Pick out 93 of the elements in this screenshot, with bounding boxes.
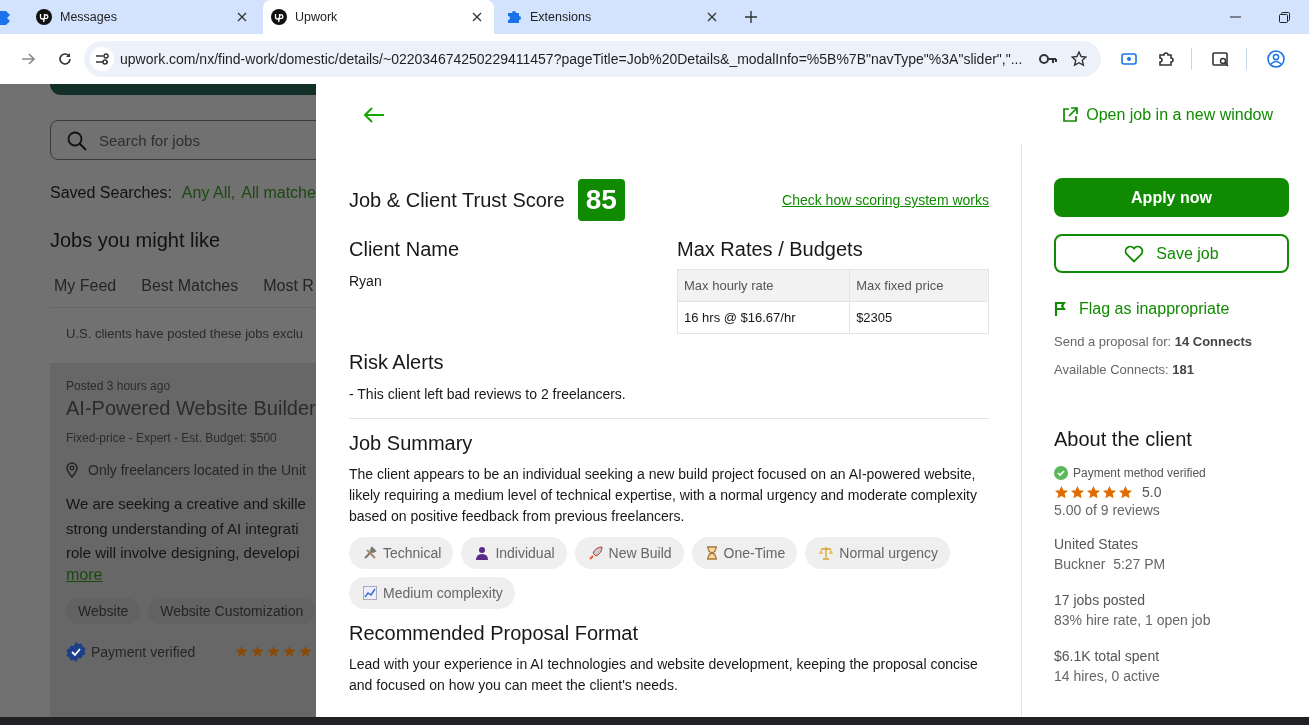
payment-status: Payment method verified	[1073, 466, 1206, 480]
close-icon[interactable]	[472, 12, 482, 22]
logo-icon	[36, 9, 52, 25]
client-info: 83% hire rate, 1 open job	[1054, 611, 1211, 630]
client-name: Ryan	[349, 273, 383, 289]
external-link-icon	[1062, 106, 1079, 123]
column-header: Max hourly rate	[677, 269, 850, 302]
chart-icon	[363, 586, 377, 600]
restore-icon[interactable]	[1279, 11, 1290, 23]
puzzle-icon	[506, 9, 522, 25]
section-heading: Risk Alerts	[349, 351, 445, 374]
skill-tag[interactable]: Website	[66, 597, 141, 624]
screen-icon[interactable]	[1121, 53, 1137, 65]
star-icon[interactable]	[1071, 51, 1087, 67]
forward-arrow-icon[interactable]	[22, 53, 36, 65]
section-heading: Job Summary	[349, 432, 474, 455]
extension-icon[interactable]	[0, 9, 10, 25]
hourglass-icon	[705, 546, 718, 560]
location-pin-icon	[66, 462, 78, 478]
description-line: role will involve designing, developi	[66, 543, 301, 563]
client-info: 17 jobs posted	[1054, 591, 1147, 610]
summary-tag: Normal urgency	[805, 537, 951, 569]
flag-icon	[1054, 302, 1066, 316]
section-heading: Recommended Proposal Format	[349, 622, 639, 645]
risk-alert-text: - This client left bad reviews to 2 freelancers.	[349, 386, 627, 402]
client-info: 14 hires, 0 active	[1054, 667, 1160, 686]
puzzle-icon[interactable]	[1157, 50, 1175, 68]
reload-icon[interactable]	[58, 52, 72, 66]
section-heading: Client Name	[349, 238, 461, 261]
score-badge: 85	[577, 179, 625, 221]
save-job-button[interactable]: Save job	[1054, 234, 1289, 273]
apply-now-button[interactable]: Apply now	[1054, 178, 1289, 217]
description-line: strong understanding of AI integrati	[66, 518, 300, 539]
logo-icon	[271, 9, 287, 25]
rocket-icon	[588, 546, 603, 560]
table-cell: 16 hrs @ $16.67/hr	[677, 301, 850, 334]
table-cell: $2305	[849, 301, 989, 334]
close-icon[interactable]	[707, 12, 717, 22]
summary-tag: Medium complexity	[349, 577, 515, 609]
summary-tag: One-Time	[691, 537, 798, 569]
flag-link[interactable]: Flag as inappropriate	[1054, 300, 1230, 318]
url-text: upwork.com/nx/find-work/domestic/details/~022034674250229411457?pageTitle=Job%20Details&_modalInfo=%5B%7B"navType"%3A"slider","...	[120, 51, 1024, 67]
feed-tab[interactable]: Best Matches	[141, 277, 239, 295]
proposal-text: Lead with your experience in AI technologies and website development, keeping the proposal concise and focused on how you can meet the client's needs.	[349, 655, 979, 695]
summary-tag: New Build	[574, 537, 684, 569]
client-info: $6.1K total spent	[1054, 647, 1160, 666]
summary-tag: Individual	[461, 537, 567, 569]
feed-tab[interactable]: My Feed	[54, 277, 117, 295]
notice-text: U.S. clients have posted these jobs exclu	[65, 325, 305, 343]
client-info: Buckner 5:27 PM	[1054, 555, 1166, 574]
tab-search-icon[interactable]	[1212, 51, 1230, 67]
close-icon[interactable]	[237, 12, 247, 22]
scoring-link[interactable]: Check how scoring system works	[782, 192, 989, 208]
rating-value: 5.0	[1142, 484, 1162, 500]
profile-icon[interactable]	[1267, 50, 1285, 68]
payment-status: Payment verified	[91, 643, 196, 660]
verified-check-icon	[1054, 466, 1068, 480]
site-info-icon[interactable]	[90, 47, 114, 71]
connects-info: Available Connects: 181	[1054, 362, 1194, 377]
key-icon[interactable]	[1039, 54, 1057, 64]
feed-tab[interactable]: Most R	[263, 277, 314, 295]
open-new-window-link[interactable]: Open job in a new window	[1062, 105, 1273, 124]
skill-tag[interactable]: Website Customization	[148, 597, 316, 624]
job-title[interactable]: AI-Powered Website Builder	[66, 397, 316, 420]
section-heading: About the client	[1054, 428, 1192, 451]
search-icon	[67, 131, 87, 151]
description-line: We are seeking a creative and skille	[66, 494, 307, 514]
heart-icon	[1124, 244, 1145, 263]
person-icon	[475, 546, 490, 560]
job-card[interactable]	[50, 363, 316, 717]
client-info: United States	[1054, 535, 1140, 554]
address-bar[interactable]: upwork.com/nx/find-work/domestic/details/~022034674250229411457?pageTitle=Job%20Details&_modalInfo=%5B%7B"navType"%3A"slider","...	[84, 41, 1101, 77]
back-arrow-icon[interactable]	[363, 106, 385, 123]
browser-tab[interactable]: Extensions	[498, 0, 729, 34]
tools-icon	[363, 546, 377, 560]
browser-tab[interactable]: Upwork	[263, 0, 494, 34]
reviews-count: 5.00 of 9 reviews	[1054, 502, 1160, 518]
section-heading: Job & Client Trust Score	[349, 188, 565, 212]
section-heading: Max Rates / Budgets	[677, 238, 864, 261]
job-meta: Fixed-price - Expert - Est. Budget: $500	[66, 431, 278, 445]
new-tab-icon[interactable]	[745, 11, 757, 23]
connects-info: Send a proposal for: 14 Connects	[1054, 334, 1252, 349]
summary-text: The client appears to be an individual seeking a new build project focused on an AI-powered website, likely requiring a medium level of technical expertise, with a normal urgency and moderate complexity based on positive feedback from previous freelancers.	[349, 465, 978, 526]
saved-searches-label: Saved Searches:	[50, 184, 172, 202]
scales-icon	[819, 546, 834, 560]
section-heading: Jobs you might like	[50, 229, 222, 252]
column-header: Max fixed price	[849, 269, 989, 302]
browser-tab[interactable]: Messages	[28, 0, 259, 34]
posted-time: Posted 3 hours ago	[66, 379, 172, 393]
verified-badge-icon	[66, 641, 86, 662]
location-text: Only freelancers located in the Unit	[88, 462, 306, 478]
search-field[interactable]: Search for jobs	[50, 120, 316, 160]
summary-tag: Technical	[349, 537, 454, 569]
